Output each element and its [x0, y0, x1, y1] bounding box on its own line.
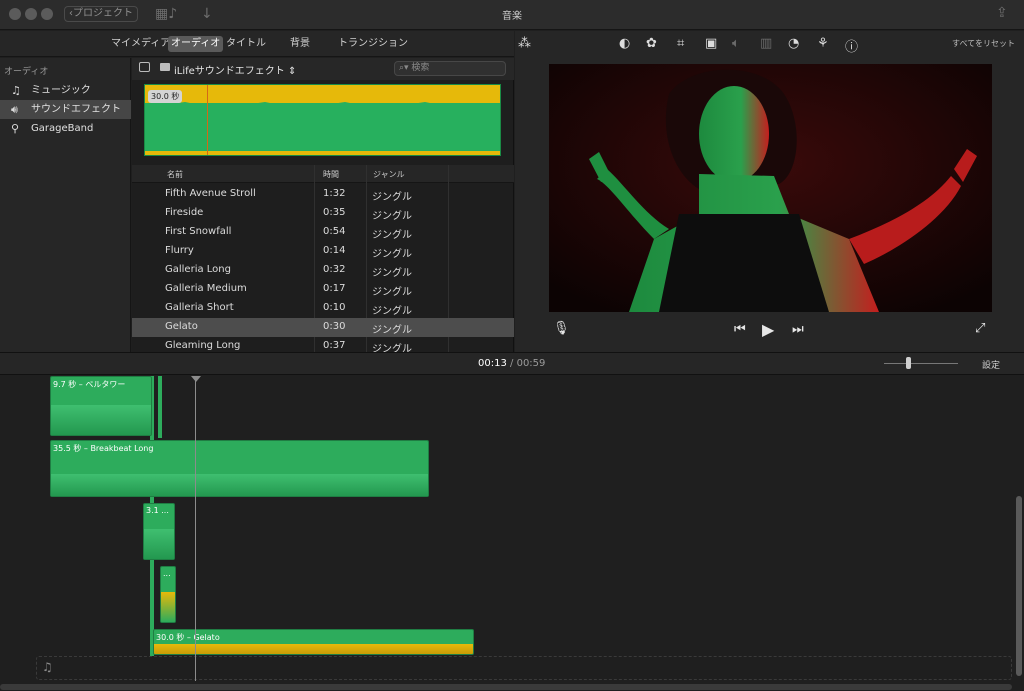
tab-audio[interactable]: オーディオ [168, 36, 224, 52]
crop-icon[interactable]: ⌗ [677, 36, 684, 51]
share-icon[interactable]: ⇪ [996, 5, 1008, 21]
audio-clip-short-2[interactable]: ... [160, 566, 176, 623]
import-arrow-icon[interactable]: ↓ [201, 6, 213, 22]
zoom-slider-track[interactable] [884, 363, 958, 364]
sidebar-item-sound-effects[interactable]: 🔊︎ サウンドエフェクト [0, 100, 131, 119]
tab-transitions[interactable]: トランジション [335, 36, 411, 52]
back-to-projects-button[interactable]: ‹プロジェクト [64, 6, 138, 22]
browser-tabs: マイメディア オーディオ タイトル 背景 トランジション [0, 31, 514, 57]
list-item[interactable]: First Snowfall 0:54 ジングル [132, 223, 514, 242]
play-icon[interactable]: ▶ [762, 320, 774, 339]
sidebar-item-label: ミュージック [31, 85, 91, 96]
clip-filter-icon[interactable]: ⚘ [817, 36, 829, 51]
viewer-panel: ⁂ ◐ ✿ ⌗ ▣ 🔈︎ ▥ ◔ ⚘ ⓘ すべてをリセット 🎙︎ ⏮︎ ▶ ⏭︎… [515, 31, 1024, 352]
clip-waveform [161, 592, 175, 622]
folder-icon [160, 63, 170, 71]
clip-waveform [144, 529, 174, 559]
timeline-playhead[interactable] [195, 376, 196, 681]
audio-clip-breakbeat-long[interactable]: 35.5 秒 – Breakbeat Long [50, 440, 429, 497]
source-selector[interactable]: iLifeサウンドエフェクト ⇕ [174, 62, 296, 77]
sidebar-item-music[interactable]: ♫ ミュージック [0, 81, 131, 100]
list-item[interactable]: Fireside 0:35 ジングル [132, 204, 514, 223]
preview-playhead[interactable] [207, 85, 208, 155]
speaker-icon: 🔊︎ [11, 103, 18, 116]
audio-clip-short-1[interactable]: 3.1 ... [143, 503, 175, 560]
music-note-icon: ♫ [42, 660, 53, 674]
list-item[interactable]: Galleria Long 0:32 ジングル [132, 261, 514, 280]
clip-waveform [154, 644, 473, 654]
clip-waveform [51, 474, 428, 496]
column-header-name[interactable]: 名前 [167, 169, 183, 180]
color-balance-icon[interactable]: ◐ [619, 36, 630, 51]
music-note-icon: ♫ [11, 84, 21, 97]
column-header-genre[interactable]: ジャンル [373, 169, 405, 180]
zoom-slider-knob[interactable] [906, 357, 911, 369]
list-item[interactable]: Galleria Short 0:10 ジングル [132, 299, 514, 318]
search-icon: ⌕▾ [399, 63, 412, 73]
audio-clip-gelato[interactable]: 30.0 秒 – Gelato [153, 629, 474, 655]
guitar-icon: ⚲ [11, 122, 20, 135]
horizontal-scrollbar[interactable] [0, 684, 1012, 690]
timeline-header: 00:13 / 00:59 設定 [0, 352, 1024, 375]
list-item[interactable]: Galleria Medium 0:17 ジングル [132, 280, 514, 299]
waveform-bottom [145, 151, 500, 155]
sidebar-toggle-icon[interactable] [139, 62, 150, 72]
skip-back-icon[interactable]: ⏮︎ [734, 322, 746, 337]
video-frame-dancer [549, 64, 992, 312]
list-item[interactable]: Fifth Avenue Stroll 1:32 ジングル [132, 185, 514, 204]
timecode: 00:13 / 00:59 [478, 358, 546, 369]
tab-my-media[interactable]: マイメディア [108, 36, 173, 52]
video-preview [549, 64, 992, 312]
audio-clip-bell-tower[interactable]: 9.7 秒 – ベルタワー [50, 376, 152, 436]
tab-titles[interactable]: タイトル [223, 36, 269, 52]
audio-sidebar: オーディオ ♫ ミュージック 🔊︎ サウンドエフェクト ⚲ GarageBand [0, 58, 131, 352]
tab-backgrounds[interactable]: 背景 [287, 36, 313, 52]
zoom-window-button[interactable] [41, 8, 53, 20]
sidebar-heading: オーディオ [4, 67, 49, 77]
fullscreen-icon[interactable]: ⤢ [975, 321, 985, 336]
clip-edge [158, 376, 162, 438]
preview-waveform[interactable]: 30.0 秒 [144, 84, 501, 156]
reset-all-button[interactable]: すべてをリセット [952, 38, 1015, 49]
chevron-updown-icon: ⇕ [288, 66, 297, 77]
list-item-selected[interactable]: Gelato 0:30 ジングル [132, 318, 514, 337]
close-window-button[interactable] [9, 8, 21, 20]
sidebar-item-label: GarageBand [31, 123, 94, 134]
magic-wand-icon[interactable]: ⁂ [518, 36, 531, 51]
minimize-window-button[interactable] [25, 8, 37, 20]
title-bar: ‹プロジェクト ▦♪ ↓ 音楽 ⇪ [0, 0, 1024, 30]
background-music-track[interactable]: ♫ [36, 656, 1012, 680]
color-palette-icon[interactable]: ✿ [646, 36, 657, 51]
timeline-settings-button[interactable]: 設定 [982, 358, 1000, 371]
column-header-time[interactable]: 時間 [323, 169, 339, 180]
playhead-handle[interactable] [191, 376, 201, 382]
stabilization-camera-icon[interactable]: ▣ [705, 36, 717, 51]
list-item[interactable]: Gleaming Long 0:37 ジングル [132, 337, 514, 352]
timeline: 9.7 秒 – ベルタワー 35.5 秒 – Breakbeat Long 3.… [0, 376, 1024, 691]
vertical-scrollbar[interactable] [1016, 496, 1022, 676]
duration-badge: 30.0 秒 [148, 90, 183, 103]
search-input[interactable]: ⌕▾ 検索 [394, 61, 506, 76]
volume-icon[interactable]: 🔈︎ [732, 36, 740, 51]
film-music-icon[interactable]: ▦♪ [155, 6, 177, 22]
speed-gauge-icon[interactable]: ◔ [788, 36, 799, 51]
window-title: 音楽 [502, 11, 522, 22]
info-icon[interactable]: ⓘ [845, 36, 858, 55]
microphone-icon[interactable]: 🎙︎ [553, 321, 570, 336]
list-item[interactable]: Flurry 0:14 ジングル [132, 242, 514, 261]
sidebar-item-garageband[interactable]: ⚲ GarageBand [0, 119, 131, 138]
list-header: 名前 時間 ジャンル [132, 165, 514, 183]
sidebar-item-label: サウンドエフェクト [31, 104, 121, 115]
clip-waveform [51, 405, 151, 435]
sound-browser: iLifeサウンドエフェクト ⇕ ⌕▾ 検索 30.0 秒 名前 時間 ジャンル… [132, 58, 514, 352]
waveform-shape [145, 102, 500, 113]
equalizer-icon[interactable]: ▥ [760, 36, 772, 51]
skip-forward-icon[interactable]: ⏭︎ [792, 322, 804, 337]
browser-header: iLifeサウンドエフェクト ⇕ ⌕▾ 検索 [132, 58, 514, 80]
